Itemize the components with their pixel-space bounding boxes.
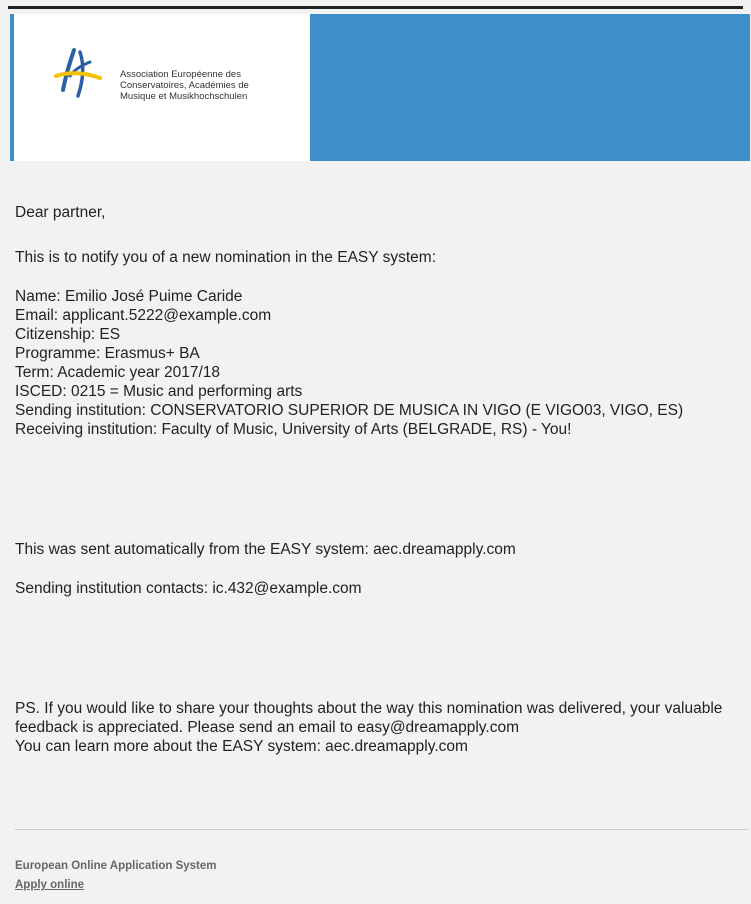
detail-sending-institution: Sending institution: CONSERVATORIO SUPER…	[15, 402, 684, 419]
auto-sent-note: This was sent automatically from the EAS…	[15, 541, 516, 558]
sending-contacts: Sending institution contacts: ic.432@exa…	[15, 580, 362, 597]
nomination-details: Name: Emilio José Puime Caride Email: ap…	[15, 287, 740, 439]
detail-citizenship: Citizenship: ES	[15, 326, 121, 343]
greeting: Dear partner,	[15, 204, 106, 221]
aec-logo-icon	[54, 48, 102, 98]
ps-feedback: PS. If you would like to share your thou…	[15, 700, 723, 736]
footer-divider	[15, 829, 748, 830]
header-blue-panel	[310, 14, 750, 161]
email-body: Dear partner, This is to notify you of a…	[15, 203, 740, 755]
logo-text: Association Européenne des Conservatoire…	[120, 69, 249, 102]
postscript: PS. If you would like to share your thou…	[15, 699, 740, 756]
detail-isced: ISCED: 0215 = Music and performing arts	[15, 383, 303, 400]
logo-panel: Association Européenne des Conservatoire…	[14, 14, 310, 161]
detail-term: Term: Academic year 2017/18	[15, 364, 221, 381]
detail-programme: Programme: Erasmus+ BA	[15, 345, 200, 362]
ps-learn-more: You can learn more about the EASY system…	[15, 738, 468, 755]
top-border-line	[8, 6, 743, 9]
logo-line-1: Association Européenne des	[120, 69, 241, 80]
footer-title: European Online Application System	[15, 860, 217, 872]
apply-online-link[interactable]: Apply online	[15, 879, 84, 891]
detail-email: Email: applicant.5222@example.com	[15, 307, 272, 324]
logo-line-2: Conservatoires, Académies de	[120, 80, 249, 91]
detail-receiving-institution: Receiving institution: Faculty of Music,…	[15, 421, 572, 438]
detail-name: Name: Emilio José Puime Caride	[15, 288, 243, 305]
email-header-banner: Association Européenne des Conservatoire…	[10, 14, 750, 161]
intro-text: This is to notify you of a new nominatio…	[15, 249, 437, 266]
logo-line-3: Musique et Musikhochschulen	[120, 91, 248, 102]
